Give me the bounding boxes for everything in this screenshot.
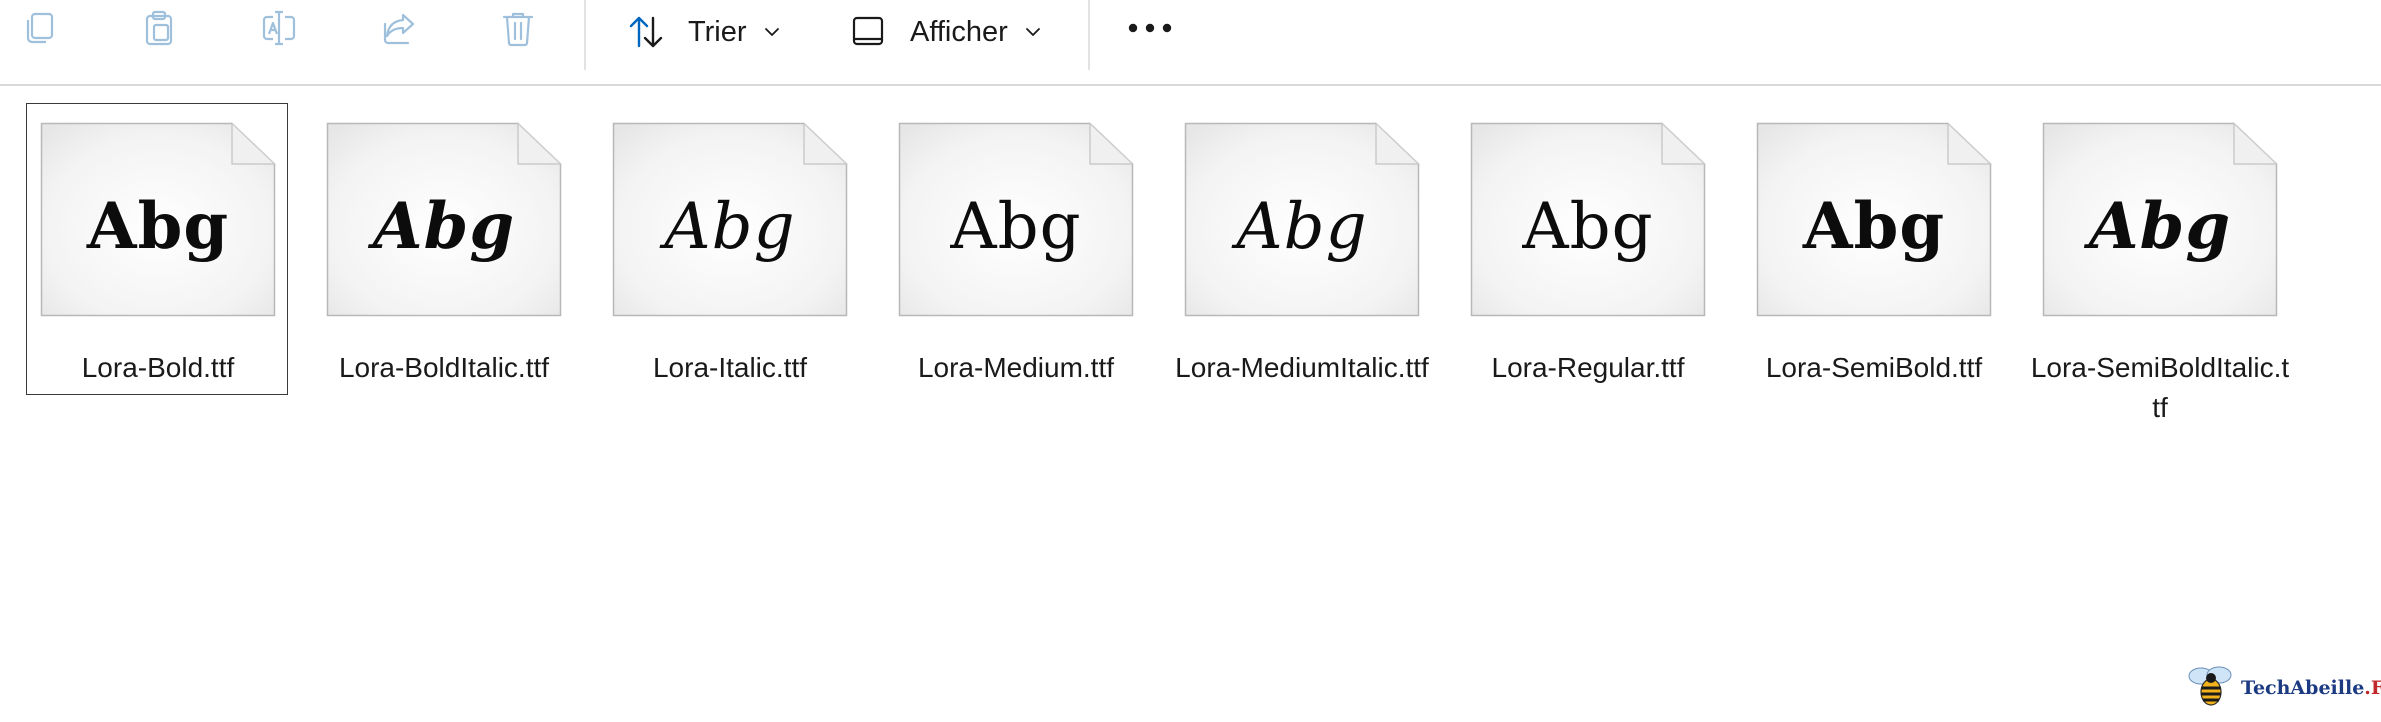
file-item[interactable]: Abg Lora-Medium.ttf: [884, 103, 1146, 395]
file-item[interactable]: Abg Lora-SemiBoldItalic.ttf: [2028, 103, 2290, 423]
rename-button[interactable]: [255, 6, 303, 54]
font-preview-text: Abg: [2088, 189, 2232, 264]
more-options-button[interactable]: [1120, 6, 1180, 54]
watermark-text: TechAbeille.FR: [2241, 677, 2381, 699]
chevron-down-icon: [1024, 23, 1042, 41]
command-bar: Trier Afficher: [0, 0, 2381, 86]
font-preview-text: Abg: [1522, 189, 1654, 264]
font-file-thumbnail: Abg: [1184, 122, 1420, 317]
delete-button[interactable]: [494, 6, 542, 54]
file-name-label: Lora-MediumItalic.ttf: [1175, 352, 1429, 383]
font-file-thumbnail: Abg: [898, 122, 1134, 317]
font-preview-text: Abg: [372, 189, 516, 264]
font-file-thumbnail: Abg: [2042, 122, 2278, 317]
file-item[interactable]: Abg Lora-Italic.ttf: [598, 103, 860, 395]
delete-icon: [498, 8, 538, 53]
sort-icon: [626, 12, 666, 52]
file-name-label: Lora-Medium.ttf: [917, 352, 1115, 383]
font-file-thumbnail: Abg: [40, 122, 276, 317]
copy-icon: [20, 8, 60, 53]
font-file-thumbnail: Abg: [1756, 122, 1992, 317]
sort-label: Trier: [688, 15, 747, 48]
more-icon: [1127, 21, 1173, 39]
rename-icon: [259, 8, 299, 53]
toolbar-divider: [1088, 0, 1090, 70]
font-preview-text: Abg: [664, 189, 796, 264]
file-name-label: Lora-Italic.ttf: [652, 352, 808, 383]
sort-menu-button[interactable]: Trier: [626, 6, 781, 58]
file-name-label: Lora-SemiBoldItalic.ttf: [2030, 352, 2290, 423]
copy-button[interactable]: [16, 6, 64, 54]
font-preview-text: Abg: [1802, 189, 1946, 264]
file-name-label: Lora-Regular.ttf: [1491, 352, 1685, 383]
share-button[interactable]: [375, 6, 423, 54]
file-item[interactable]: Abg Lora-SemiBold.ttf: [1742, 103, 2004, 395]
font-preview-text: Abg: [1236, 189, 1368, 264]
view-menu-button[interactable]: Afficher: [848, 6, 1042, 58]
paste-icon: [139, 8, 179, 53]
watermark: TechAbeille.FR: [2183, 664, 2381, 712]
file-item[interactable]: Abg Lora-Regular.ttf: [1456, 103, 1718, 395]
file-name-label: Lora-SemiBold.ttf: [1765, 352, 1983, 383]
file-item[interactable]: Abg Lora-MediumItalic.ttf: [1170, 103, 1432, 395]
file-name-label: Lora-BoldItalic.ttf: [338, 352, 550, 383]
chevron-down-icon: [763, 23, 781, 41]
share-icon: [379, 8, 419, 53]
view-icon: [848, 12, 888, 52]
font-preview-text: Abg: [950, 189, 1082, 264]
file-item[interactable]: Abg Lora-BoldItalic.ttf: [312, 103, 574, 395]
paste-button[interactable]: [135, 6, 183, 54]
font-file-thumbnail: Abg: [612, 122, 848, 317]
bee-logo-icon: [2183, 662, 2239, 715]
file-item[interactable]: Abg Lora-Bold.ttf: [26, 103, 288, 395]
toolbar-divider: [584, 0, 586, 70]
font-preview-text: Abg: [86, 189, 230, 264]
font-file-thumbnail: Abg: [1470, 122, 1706, 317]
font-file-thumbnail: Abg: [326, 122, 562, 317]
view-label: Afficher: [910, 15, 1008, 48]
file-name-label: Lora-Bold.ttf: [81, 352, 235, 383]
